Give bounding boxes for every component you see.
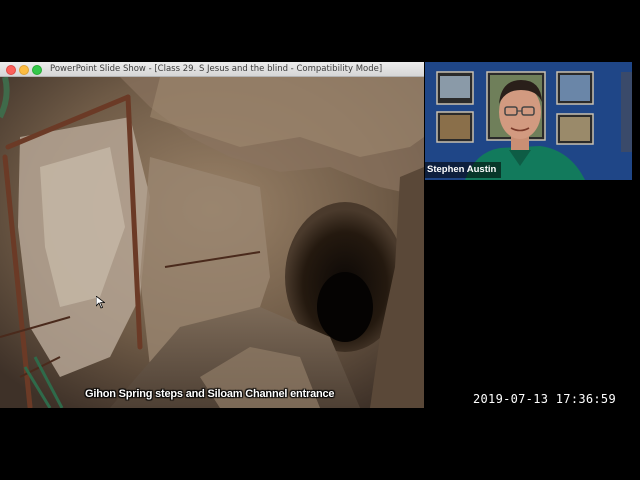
- cursor-icon: [96, 296, 105, 309]
- participant-name: Stephen Austin: [425, 162, 502, 178]
- slide-caption: Gihon Spring steps and Siloam Channel en…: [85, 388, 335, 400]
- window-titlebar[interactable]: PowerPoint Slide Show - [Class 29. S Jes…: [0, 62, 424, 77]
- slide-photo: [0, 77, 424, 408]
- webcam-feed: Stephen Austin: [425, 62, 632, 180]
- window-title: PowerPoint Slide Show - [Class 29. S Jes…: [50, 64, 383, 74]
- powerpoint-window: PowerPoint Slide Show - [Class 29. S Jes…: [0, 62, 424, 408]
- maximize-icon[interactable]: [32, 65, 42, 75]
- minimize-icon[interactable]: [19, 65, 29, 75]
- slide-canvas[interactable]: Gihon Spring steps and Siloam Channel en…: [0, 77, 424, 408]
- close-icon[interactable]: [6, 65, 16, 75]
- recording-timestamp: 2019-07-13 17:36:59: [473, 392, 616, 406]
